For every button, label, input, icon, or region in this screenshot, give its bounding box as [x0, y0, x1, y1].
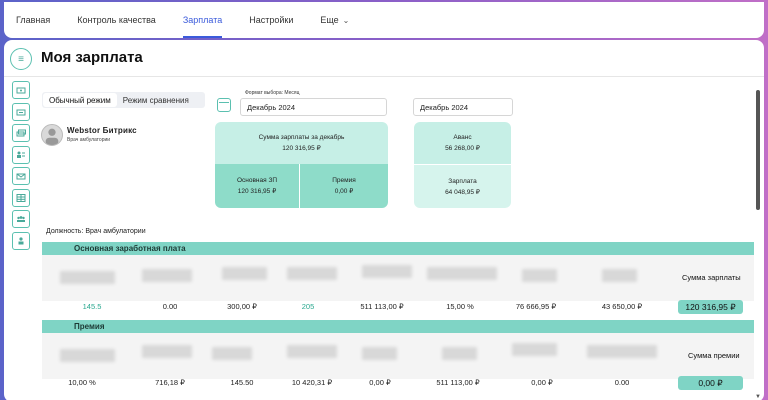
nav-more-label: Еще	[320, 15, 339, 25]
menu-icon[interactable]: ≡	[10, 48, 32, 70]
main-panel: ≡ Моя зарплата Обычный режим Режим сравн…	[4, 40, 764, 400]
salary-label: Зарплата	[448, 177, 477, 185]
period-input-right[interactable]: Декабрь 2024	[413, 98, 513, 116]
bonus-values-row: 10,00 % 716,18 ₽ 145.50 10 420,31 ₽ 0,00…	[42, 376, 754, 398]
total-cell: Сумма зарплаты за декабрь 120 316,95 ₽	[215, 122, 388, 164]
advance-label: Аванс	[453, 134, 472, 141]
base-total-badge: 120 316,95 ₽	[678, 300, 743, 314]
bonus-value-7: 0,00 ₽	[531, 378, 553, 387]
mail-icon[interactable]	[12, 167, 30, 185]
table-icon[interactable]	[12, 188, 30, 207]
team-icon[interactable]	[12, 210, 30, 228]
base-sum-header: Сумма зарплаты	[682, 273, 741, 282]
money-icon[interactable]	[12, 102, 30, 121]
base-value-3: 300,00 ₽	[227, 302, 257, 311]
banknotes-icon[interactable]	[12, 124, 30, 142]
period-format-label: Формат выбора: Месяц	[245, 90, 300, 96]
bonus-value: 0,00 ₽	[334, 188, 354, 195]
base-section-header: Основная заработная плата	[42, 242, 754, 255]
base-values-row: 145.5 0.00 300,00 ₽ 205 511 113,00 ₽ 15,…	[42, 300, 754, 322]
position-text: Должность: Врач амбулатории	[46, 228, 146, 235]
period-input[interactable]: Декабрь 2024	[240, 98, 387, 116]
base-value-4[interactable]: 205	[302, 302, 315, 311]
divider	[4, 76, 764, 77]
base-value-5: 511 113,00 ₽	[360, 302, 404, 311]
cash-icon[interactable]	[12, 81, 30, 99]
side-toolbar	[12, 81, 30, 253]
bonus-sum-header: Сумма премии	[688, 351, 740, 360]
bonus-cell: Премия 0,00 ₽	[300, 164, 388, 208]
tab-normal-mode[interactable]: Обычный режим	[43, 93, 117, 107]
bonus-value-4: 10 420,31 ₽	[291, 378, 333, 387]
avatar	[41, 124, 63, 146]
advance-value: 56 268,00 ₽	[445, 145, 480, 152]
advance-cell: Аванс 56 268,00 ₽	[414, 122, 511, 164]
top-navigation: Главная Контроль качества Зарплата Настр…	[4, 2, 764, 38]
summary-card: Сумма зарплаты за декабрь 120 316,95 ₽ О…	[215, 122, 388, 208]
scrollbar[interactable]	[756, 90, 760, 210]
bonus-value-2: 716,18 ₽	[155, 378, 185, 387]
base-value-2: 0.00	[162, 302, 178, 311]
bonus-label: Премия	[332, 177, 356, 184]
nav-home[interactable]: Главная	[16, 2, 50, 38]
nav-quality-control[interactable]: Контроль качества	[77, 2, 156, 38]
nav-settings[interactable]: Настройки	[249, 2, 293, 38]
calendar-icon[interactable]	[217, 98, 231, 112]
base-value: 120 316,95 ₽	[237, 188, 277, 195]
base-blurred-headers: Сумма зарплаты	[42, 255, 754, 301]
page-title: Моя зарплата	[41, 49, 143, 66]
total-label: Сумма зарплаты за декабрь	[258, 134, 345, 141]
profile-name: Webstor Битрикс	[67, 126, 137, 135]
nav-salary[interactable]: Зарплата	[182, 2, 223, 38]
bonus-value-5: 0,00 ₽	[369, 378, 391, 387]
tab-compare-mode[interactable]: Режим сравнения	[117, 93, 195, 107]
bonus-blurred-headers: Сумма премии	[42, 333, 754, 379]
base-value-8: 43 650,00 ₽	[601, 302, 643, 311]
bonus-value-6: 511 113,00 ₽	[436, 378, 480, 387]
person-icon[interactable]	[12, 231, 30, 250]
payout-card: Аванс 56 268,00 ₽ Зарплата 64 048,95 ₽	[414, 122, 511, 208]
base-value-7: 76 666,95 ₽	[515, 302, 557, 311]
mode-switch: Обычный режим Режим сравнения	[42, 92, 205, 108]
chevron-down-icon: ⌄	[342, 15, 350, 25]
base-cell: Основная ЗП 120 316,95 ₽	[215, 164, 299, 208]
scroll-down-icon[interactable]: ▼	[755, 394, 761, 400]
bonus-value-8: 0.00	[614, 378, 630, 387]
base-label: Основная ЗП	[236, 177, 278, 184]
profile-role: Врач амбулатории	[67, 137, 111, 143]
bonus-total-badge: 0,00 ₽	[678, 376, 743, 390]
user-list-icon[interactable]	[12, 145, 30, 164]
nav-more[interactable]: Еще ⌄	[320, 2, 349, 38]
bonus-value-1: 10,00 %	[68, 378, 96, 387]
salary-value: 64 048,95 ₽	[445, 188, 480, 196]
bonus-section-header: Премия	[42, 320, 754, 333]
user-profile: Webstor Битрикс Врач амбулатории	[41, 124, 137, 146]
base-value-1[interactable]: 145.5	[83, 302, 102, 311]
base-value-6: 15,00 %	[446, 302, 474, 311]
total-value: 120 316,95 ₽	[282, 145, 321, 152]
bonus-value-3: 145.50	[230, 378, 254, 387]
salary-cell: Зарплата 64 048,95 ₽	[414, 165, 511, 208]
